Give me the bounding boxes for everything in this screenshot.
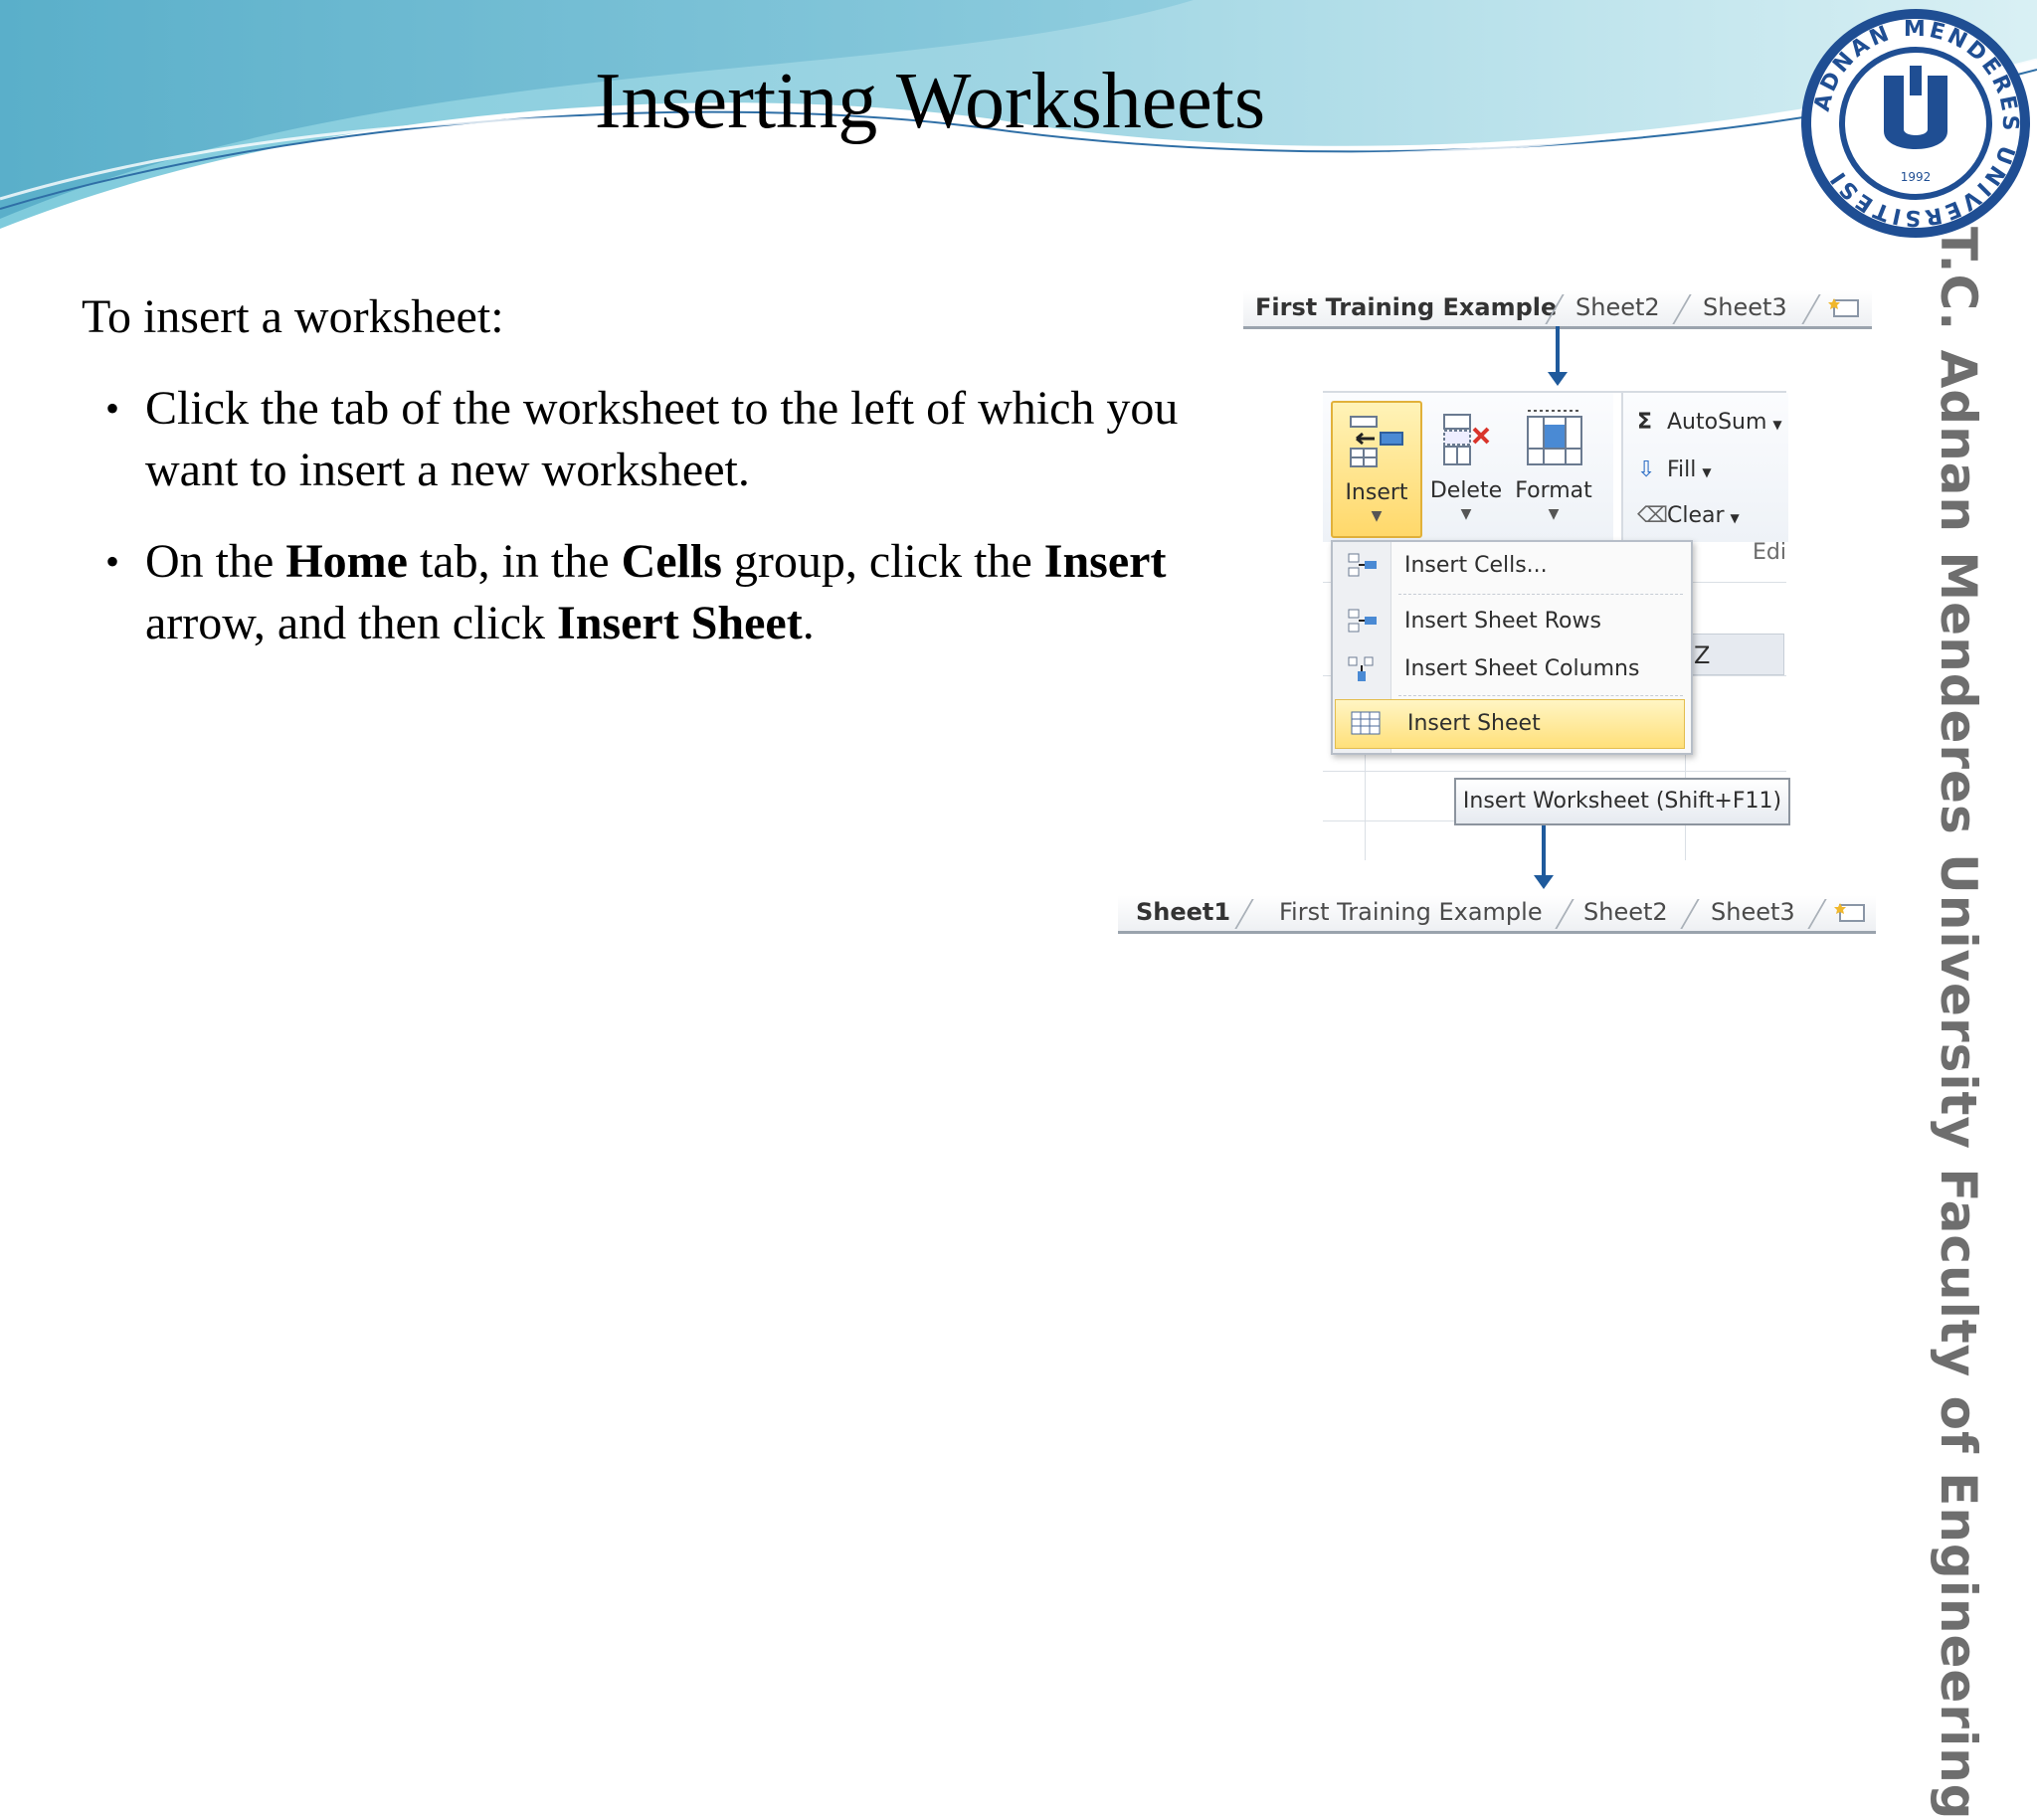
menu-item-insert-sheet-columns[interactable]: Insert Sheet Columns [1333, 645, 1687, 693]
menu-separator [1398, 594, 1683, 595]
fill-label: Fill [1667, 457, 1697, 482]
insert-columns-icon [1348, 656, 1374, 681]
seal-year: 1992 [1901, 170, 1932, 184]
delete-label: Delete [1429, 478, 1503, 503]
tab-separator [1555, 899, 1574, 929]
autosum-label: AutoSum [1667, 410, 1767, 435]
grid-line [1323, 771, 1786, 772]
insert-dropdown-menu: Insert Cells... Insert Sheet Rows Insert… [1331, 540, 1693, 755]
clear-label: Clear [1667, 503, 1725, 528]
bullet-2: • On the Home tab, in the Cells group, c… [105, 531, 1275, 654]
eraser-icon: ⌫ [1637, 503, 1669, 528]
fill-down-icon: ⇩ [1637, 457, 1656, 482]
intro-text: To insert a worksheet: [82, 290, 504, 343]
menu-separator [1398, 695, 1683, 696]
top-sheet-tabbar: First Training Example Sheet2 Sheet3 [1243, 290, 1872, 329]
bullet-2-text: On the Home tab, in the Cells group, cli… [145, 535, 1167, 649]
fill-button[interactable]: ⇩ Fill ▼ [1637, 455, 1712, 486]
chevron-down-icon: ▼ [1730, 511, 1740, 525]
format-button[interactable]: Format ▼ [1510, 401, 1597, 534]
tab-separator [1234, 899, 1254, 929]
insert-dropdown-arrow[interactable]: ▼ [1333, 508, 1420, 524]
bottom-sheet-tabbar: Sheet1 First Training Example Sheet2 She… [1118, 895, 1876, 934]
sheet-tab-sheet3[interactable]: Sheet3 [1711, 895, 1795, 929]
bullet-1-text: Click the tab of the worksheet to the le… [145, 382, 1179, 496]
insert-sheet-icon [1351, 711, 1381, 735]
menu-item-insert-sheet-rows[interactable]: Insert Sheet Rows [1333, 598, 1687, 645]
column-header-z[interactable]: Z [1685, 634, 1784, 675]
insert-worksheet-tab-icon[interactable] [1828, 294, 1862, 320]
sheet-tab-sheet1[interactable]: Sheet1 [1136, 895, 1230, 929]
faculty-sidebar-text: T.C. Adnan Menderes University Faculty o… [1930, 227, 1987, 1820]
insert-label: Insert [1345, 480, 1408, 505]
slide-title: Inserting Worksheets [594, 58, 1266, 145]
delete-button[interactable]: Delete ▼ [1422, 401, 1510, 534]
chevron-down-icon: ▼ [1702, 465, 1712, 479]
menu-item-label: Insert Sheet Rows [1404, 609, 1601, 634]
tab-separator [1680, 899, 1700, 929]
menu-item-insert-sheet[interactable]: Insert Sheet [1335, 699, 1685, 749]
tab-separator [1672, 294, 1692, 324]
menu-item-label: Insert Sheet [1407, 711, 1541, 736]
sheet-tab-first-training-example[interactable]: First Training Example [1279, 895, 1543, 929]
sheet-tab-sheet2[interactable]: Sheet2 [1583, 895, 1668, 929]
insert-worksheet-tab-icon[interactable] [1834, 899, 1868, 925]
down-arrow-to-ribbon [1548, 326, 1568, 386]
insert-rows-icon [1348, 609, 1377, 633]
chevron-down-icon: ▼ [1772, 418, 1782, 432]
menu-item-insert-cells[interactable]: Insert Cells... [1333, 542, 1687, 590]
bullet-1: • Click the tab of the worksheet to the … [105, 378, 1275, 501]
sheet-tab-sheet2[interactable]: Sheet2 [1575, 290, 1660, 324]
editing-group: Σ AutoSum ▼ ⇩ Fill ▼ ⌫Clear ▼ Edi [1621, 393, 1788, 565]
sheet-tab-first-training-example[interactable]: First Training Example [1255, 290, 1557, 324]
bullet-dot: • [105, 386, 120, 431]
tab-separator [1801, 294, 1821, 324]
insert-worksheet-tooltip: Insert Worksheet (Shift+F11) [1454, 778, 1790, 825]
format-label: Format [1515, 478, 1592, 503]
delete-cells-icon [1443, 414, 1490, 465]
clear-button[interactable]: ⌫Clear ▼ [1637, 500, 1740, 532]
tab-separator [1807, 899, 1827, 929]
slide-body: To insert a worksheet: • Click the tab o… [82, 286, 1275, 684]
cells-group: Insert ▼ Delete ▼ Format ▼ [1323, 393, 1613, 542]
format-cells-icon [1527, 410, 1582, 465]
bullet-dot: • [105, 539, 120, 584]
insert-cells-icon [1350, 416, 1403, 467]
menu-item-label: Insert Cells... [1404, 553, 1548, 578]
format-dropdown-arrow[interactable]: ▼ [1510, 506, 1597, 522]
delete-dropdown-arrow[interactable]: ▼ [1422, 506, 1510, 522]
insert-button[interactable]: Insert ▼ [1331, 401, 1422, 538]
insert-cells-icon [1348, 553, 1377, 577]
down-arrow-to-result [1534, 825, 1554, 889]
university-seal-logo: 1992 ADNAN MENDERES ÜNİVERSİTESİ [1801, 9, 2030, 238]
sheet-tab-sheet3[interactable]: Sheet3 [1703, 290, 1787, 324]
editing-group-label: Edi [1753, 540, 1786, 565]
menu-item-label: Insert Sheet Columns [1404, 656, 1640, 681]
sigma-icon: Σ [1637, 410, 1653, 435]
autosum-button[interactable]: Σ AutoSum ▼ [1637, 407, 1782, 439]
